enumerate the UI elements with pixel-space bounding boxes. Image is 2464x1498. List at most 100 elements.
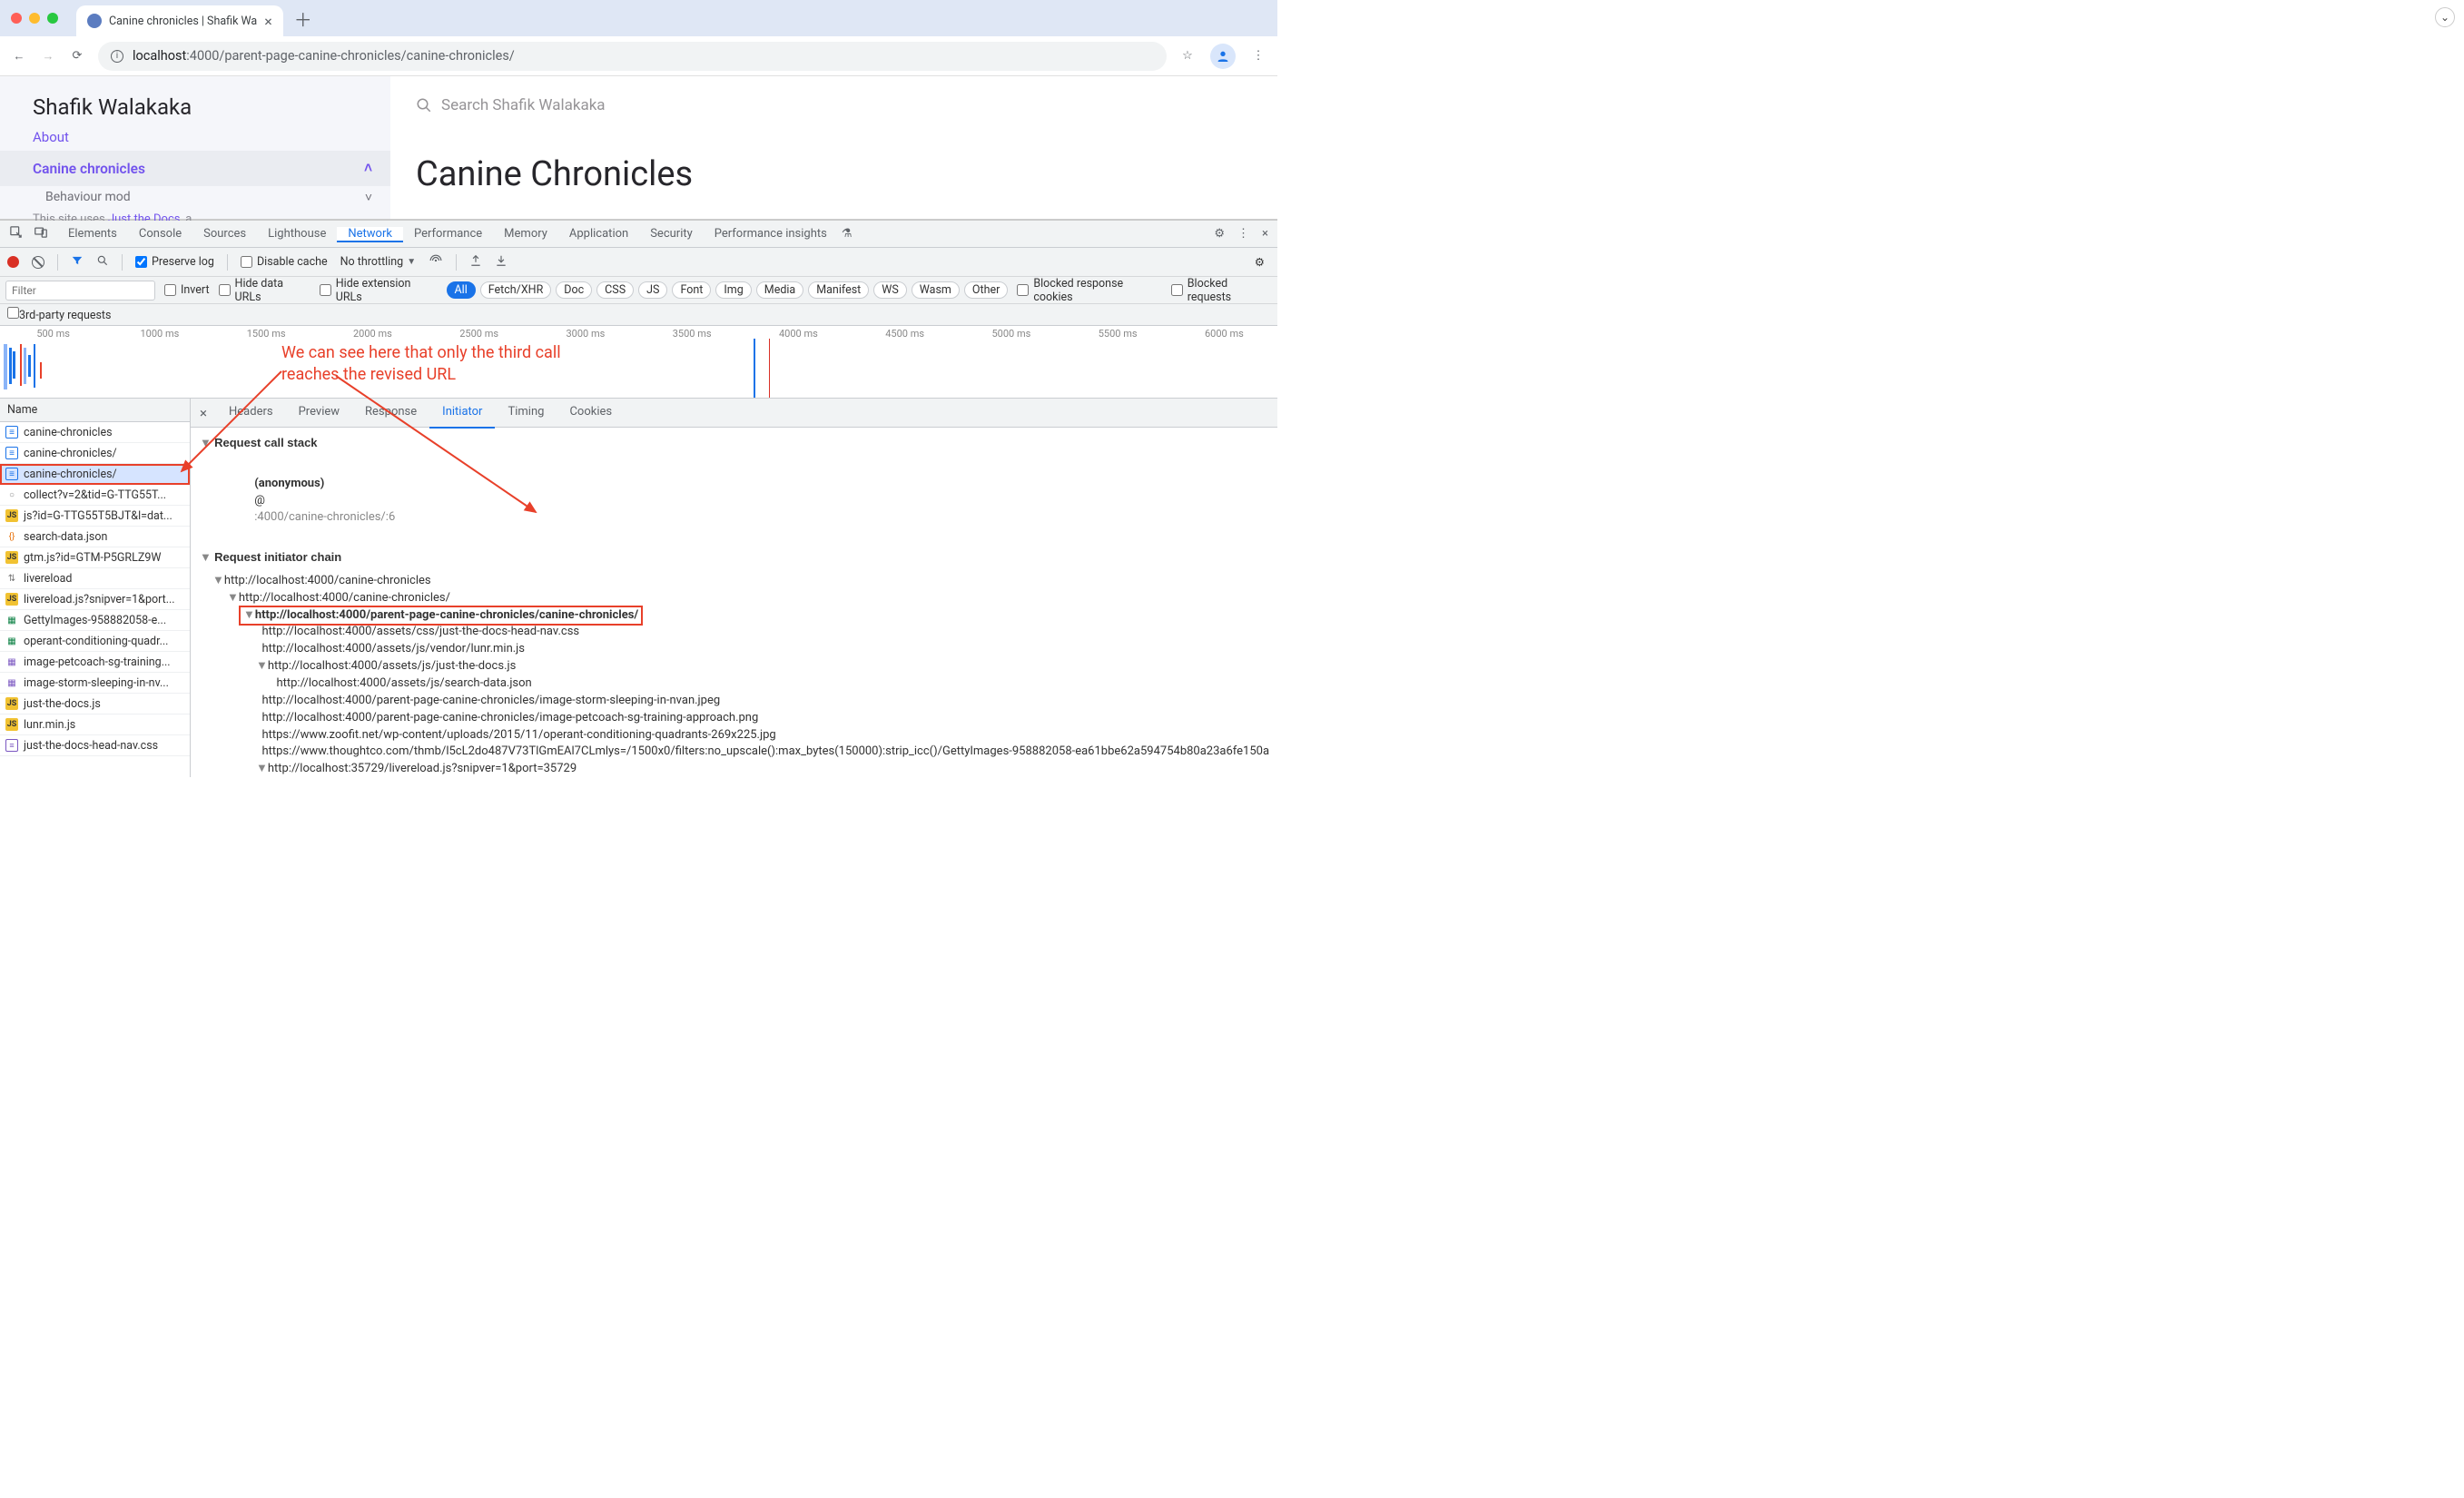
request-row[interactable]: JSjust-the-docs.js <box>0 694 190 715</box>
download-har-icon[interactable] <box>495 254 508 271</box>
request-row[interactable]: JSgtm.js?id=GTM-P5GRLZ9W <box>0 547 190 568</box>
filter-chip-js[interactable]: JS <box>638 281 667 299</box>
filter-chip-fetchxhr[interactable]: Fetch/XHR <box>480 281 552 299</box>
preserve-log-checkbox[interactable]: Preserve log <box>135 255 214 269</box>
maximize-window-icon[interactable] <box>47 13 58 24</box>
request-row[interactable]: JSlivereload.js?snipver=1&port... <box>0 589 190 610</box>
request-row[interactable]: ▦image-storm-sleeping-in-nv... <box>0 673 190 694</box>
blocked-cookies-checkbox[interactable]: Blocked response cookies <box>1017 277 1161 304</box>
chain-entry[interactable]: https://www.thoughtco.com/thmb/l5cL2do48… <box>200 744 1268 761</box>
chain-entry[interactable]: ▼http://localhost:35729/livereload.js?sn… <box>200 761 1268 777</box>
blocked-requests-checkbox[interactable]: Blocked requests <box>1171 277 1272 304</box>
detail-tab-initiator[interactable]: Initiator <box>429 399 495 429</box>
chain-entry[interactable]: http://localhost:4000/assets/js/search-d… <box>200 675 1268 693</box>
request-row[interactable]: ≡canine-chronicles/ <box>0 443 190 464</box>
nav-item-canine-chronicles[interactable]: Canine chronicles ˄ <box>0 151 390 186</box>
devtools-tab-network[interactable]: Network <box>337 227 403 242</box>
request-row[interactable]: JSlunr.min.js <box>0 715 190 735</box>
network-timeline[interactable]: 500 ms1000 ms1500 ms2000 ms2500 ms3000 m… <box>0 326 1277 399</box>
chain-entry[interactable]: ▼http://localhost:4000/parent-page-canin… <box>200 607 1268 625</box>
devtools-tab-sources[interactable]: Sources <box>192 227 257 241</box>
record-button[interactable] <box>7 256 19 268</box>
url-input[interactable]: i localhost:4000/parent-page-canine-chro… <box>98 42 1167 71</box>
close-tab-icon[interactable]: × <box>264 13 272 30</box>
nav-subitem[interactable]: Behaviour mod ˅ <box>0 186 390 209</box>
filter-input[interactable] <box>5 281 155 301</box>
filter-chip-css[interactable]: CSS <box>596 281 634 299</box>
browser-tab[interactable]: Canine chronicles | Shafik Wa × <box>76 5 283 36</box>
devtools-tab-console[interactable]: Console <box>128 227 192 241</box>
request-row[interactable]: ▦GettyImages-958882058-e... <box>0 610 190 631</box>
third-party-checkbox[interactable]: 3rd-party requests <box>7 307 111 322</box>
devtools-tab-application[interactable]: Application <box>558 227 639 241</box>
new-tab-button[interactable]: ＋ <box>291 5 316 32</box>
filter-chip-ws[interactable]: WS <box>873 281 907 299</box>
request-row[interactable]: ≡canine-chronicles <box>0 422 190 443</box>
chain-entry[interactable]: http://localhost:4000/assets/css/just-th… <box>200 624 1268 641</box>
inspect-icon[interactable] <box>9 225 23 242</box>
close-detail-icon[interactable]: × <box>191 405 216 421</box>
chevron-up-icon[interactable]: ˄ <box>364 160 372 177</box>
chain-entry[interactable]: http://localhost:4000/assets/js/vendor/l… <box>200 641 1268 658</box>
minimize-window-icon[interactable] <box>29 13 40 24</box>
profile-avatar-icon[interactable] <box>1210 44 1236 69</box>
detail-tab-timing[interactable]: Timing <box>495 399 557 429</box>
bookmark-icon[interactable]: ☆ <box>1179 49 1196 63</box>
hide-data-urls-checkbox[interactable]: Hide data URLs <box>219 277 310 304</box>
throttling-select[interactable]: No throttling ▼ <box>340 255 416 269</box>
preserve-log-input[interactable] <box>135 256 147 268</box>
close-window-icon[interactable] <box>11 13 22 24</box>
filter-chip-all[interactable]: All <box>447 281 476 299</box>
network-conditions-icon[interactable] <box>429 254 443 271</box>
devtools-tab-performance-insights[interactable]: Performance insights <box>704 227 838 241</box>
network-settings-gear-icon[interactable]: ⚙ <box>1255 255 1265 270</box>
devtools-tab-memory[interactable]: Memory <box>493 227 558 241</box>
forward-button[interactable]: → <box>40 49 56 64</box>
clear-button[interactable] <box>32 256 44 269</box>
devtools-tab-elements[interactable]: Elements <box>57 227 128 241</box>
callstack-entry[interactable]: (anonymous) @ :4000/canine-chronicles/:6 <box>200 458 1268 544</box>
filter-chip-other[interactable]: Other <box>964 281 1008 299</box>
request-row[interactable]: {}search-data.json <box>0 527 190 547</box>
request-list-header[interactable]: Name <box>0 399 190 422</box>
filter-chip-img[interactable]: Img <box>715 281 751 299</box>
kebab-menu-icon[interactable]: ⋮ <box>1250 49 1266 63</box>
detail-tab-response[interactable]: Response <box>352 399 429 429</box>
chain-entry[interactable]: http://localhost:4000/parent-page-canine… <box>200 693 1268 710</box>
request-row[interactable]: ≡just-the-docs-head-nav.css <box>0 735 190 756</box>
device-toggle-icon[interactable] <box>34 225 48 242</box>
filter-chip-manifest[interactable]: Manifest <box>808 281 869 299</box>
hide-ext-urls-checkbox[interactable]: Hide extension URLs <box>320 277 438 304</box>
detail-tab-cookies[interactable]: Cookies <box>557 399 625 429</box>
close-devtools-icon[interactable]: × <box>1262 227 1268 241</box>
chain-entry[interactable]: http://localhost:4000/parent-page-canine… <box>200 710 1268 727</box>
chain-entry[interactable]: ▼http://localhost:4000/assets/js/just-th… <box>200 658 1268 675</box>
site-title[interactable]: Shafik Walakaka <box>0 82 390 129</box>
reload-button[interactable]: ⟳ <box>69 49 85 63</box>
back-button[interactable]: ← <box>11 49 27 64</box>
chain-entry[interactable]: ▼http://localhost:4000/canine-chronicles <box>200 573 1268 590</box>
site-info-icon[interactable]: i <box>111 50 123 63</box>
nav-item-about[interactable]: About <box>0 129 390 151</box>
filter-chip-font[interactable]: Font <box>672 281 711 299</box>
request-row[interactable]: ○collect?v=2&tid=G-TTG55T... <box>0 485 190 506</box>
request-row[interactable]: ▦operant-conditioning-quadr... <box>0 631 190 652</box>
filter-chip-doc[interactable]: Doc <box>556 281 592 299</box>
disable-cache-checkbox[interactable]: Disable cache <box>241 255 328 269</box>
site-search[interactable]: Search Shafik Walakaka <box>416 96 1259 114</box>
request-row[interactable]: JSjs?id=G-TTG55T5BJT&l=dat... <box>0 506 190 527</box>
chain-entry[interactable]: https://www.zoofit.net/wp-content/upload… <box>200 727 1268 744</box>
request-row[interactable]: ≡canine-chronicles/ <box>0 464 190 485</box>
devtools-tab-security[interactable]: Security <box>639 227 704 241</box>
disable-cache-input[interactable] <box>241 256 252 268</box>
chevron-down-icon[interactable]: ˅ <box>365 190 372 205</box>
filter-toggle-icon[interactable] <box>71 254 84 271</box>
search-icon[interactable] <box>96 254 109 271</box>
detail-tab-preview[interactable]: Preview <box>286 399 352 429</box>
filter-chip-media[interactable]: Media <box>756 281 803 299</box>
tab-overflow-button[interactable]: ⌄ <box>2435 7 2455 27</box>
request-row[interactable]: ⇅livereload <box>0 568 190 589</box>
kebab-menu-icon[interactable]: ⋮ <box>1237 227 1249 241</box>
settings-gear-icon[interactable]: ⚙ <box>1214 227 1225 241</box>
upload-har-icon[interactable] <box>469 254 482 271</box>
